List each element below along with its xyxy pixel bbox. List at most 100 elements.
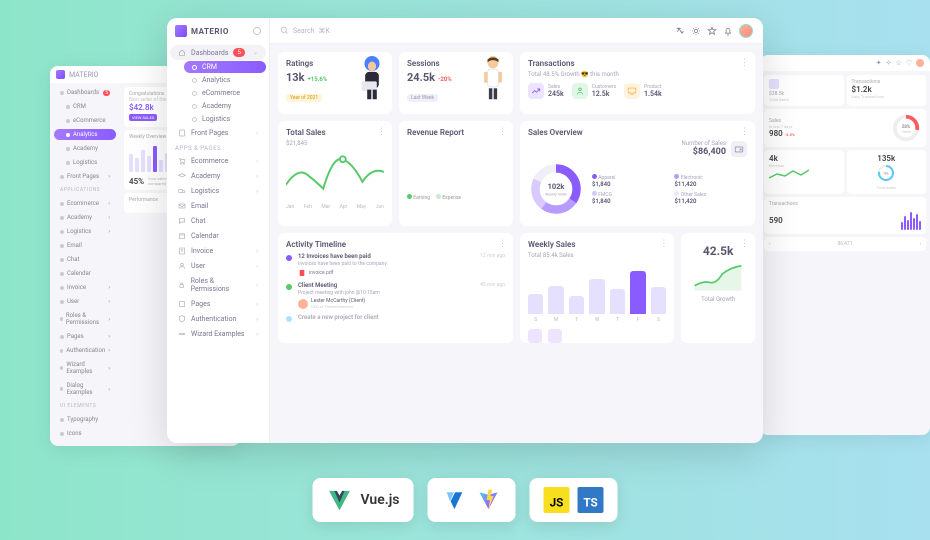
tech-js-ts: JS TS	[530, 478, 618, 522]
sidebar-section: APPS & PAGES	[167, 141, 269, 153]
chevron-right-icon: ›	[256, 130, 258, 137]
more-icon[interactable]: ⋮	[498, 239, 507, 249]
sidebar-item-crm[interactable]: CRM	[184, 61, 266, 73]
more-icon[interactable]: ⋮	[740, 239, 749, 249]
sidebar-wizard[interactable]: Wizard Examples›	[170, 327, 266, 341]
bg-right-panel: ✦✧☆♡ $38.5kTotal Sales Transactions$1.2k…	[760, 55, 930, 435]
card-transactions: ⋮ Transactions Total 48.5% Growth 😎 this…	[520, 52, 755, 114]
bg-dashboards: Dashboards5	[54, 87, 116, 98]
main-dashboard: MATERIO Dashboards 5 ⌄ CRM Analytics eCo…	[167, 18, 763, 443]
ratings-illustration	[354, 54, 390, 102]
cart-icon	[178, 157, 186, 165]
js-icon: JS	[544, 487, 570, 513]
sidebar-academy-app[interactable]: Academy›	[170, 169, 266, 183]
svg-text:JS: JS	[550, 496, 564, 510]
trend-icon	[531, 86, 541, 96]
timeline-item: Create a new project for client	[286, 314, 505, 322]
sidebar-item-analytics[interactable]: Analytics	[184, 74, 266, 86]
sidebar-auth[interactable]: Authentication›	[170, 312, 266, 326]
card-sessions: Sessions 24.5k-20% Last Week	[399, 52, 513, 114]
pin-icon[interactable]	[253, 27, 261, 35]
shield-icon	[178, 315, 186, 323]
search-input[interactable]: Search ⌘K	[280, 26, 330, 35]
txn-sales: Sales245k	[528, 83, 564, 99]
wizard-icon	[178, 330, 186, 338]
sidebar-roles[interactable]: Roles & Permissions›	[170, 274, 266, 296]
timeline-item: 12 Invoices have been paid12 min ago Inv…	[286, 253, 505, 277]
sidebar-pages[interactable]: Pages›	[170, 297, 266, 311]
sidebar-logistics-app[interactable]: Logistics›	[170, 184, 266, 198]
tech-badges: Vue.js JS TS	[313, 478, 618, 522]
theme-icon[interactable]	[691, 26, 701, 36]
brand-name: MATERIO	[191, 27, 229, 36]
sidebar-email[interactable]: Email	[170, 199, 266, 213]
sidebar: MATERIO Dashboards 5 ⌄ CRM Analytics eCo…	[167, 18, 270, 443]
svg-text:102k: 102k	[548, 182, 566, 191]
sidebar-ecommerce[interactable]: Ecommerce›	[170, 154, 266, 168]
growth-chart	[693, 262, 743, 292]
language-icon[interactable]	[675, 26, 685, 36]
txn-customers: Customers12.5k	[572, 83, 616, 99]
sidebar-item-ecommerce[interactable]: eCommerce	[184, 87, 266, 99]
txn-product: Product1.54k	[624, 83, 662, 99]
chat-icon	[178, 217, 186, 225]
svg-text:1 Quarter: 1 Quarter	[901, 131, 911, 134]
users-icon	[575, 86, 585, 96]
sessions-chip: Last Week	[407, 94, 438, 102]
total-sales-chart	[286, 147, 384, 197]
svg-text:28%: 28%	[902, 124, 911, 130]
vuetify-icon	[442, 487, 468, 513]
search-icon	[280, 26, 289, 35]
pdf-icon	[298, 269, 306, 277]
tech-vuejs: Vue.js	[313, 478, 414, 522]
topbar: Search ⌘K	[270, 18, 763, 44]
more-icon[interactable]: ⋮	[498, 127, 507, 137]
sidebar-invoice[interactable]: Invoice›	[170, 244, 266, 258]
sidebar-calendar[interactable]: Calendar	[170, 229, 266, 243]
weekly-chart	[528, 269, 666, 314]
bell-icon[interactable]	[723, 26, 733, 36]
sidebar-front-pages[interactable]: Front Pages›	[170, 126, 266, 140]
file-icon	[178, 129, 186, 137]
pages-icon	[178, 300, 186, 308]
tech-vuetify-vite	[428, 478, 516, 522]
svg-text:78%: 78%	[883, 172, 889, 176]
card-revenue-report: ⋮ Revenue Report Earning Expense	[399, 121, 513, 226]
svg-text:Weekly Visits: Weekly Visits	[545, 193, 567, 197]
star-icon[interactable]	[707, 26, 717, 36]
sidebar-item-academy[interactable]: Academy	[184, 100, 266, 112]
truck-icon	[178, 187, 186, 195]
more-icon[interactable]: ⋮	[740, 58, 749, 68]
brand-logo[interactable]: MATERIO	[167, 18, 269, 44]
sidebar-dashboards[interactable]: Dashboards 5 ⌄	[170, 45, 266, 60]
more-icon[interactable]: ⋮	[659, 239, 668, 249]
monitor-icon	[627, 86, 637, 96]
card-total-growth: ⋮ 42.5k Total Growth	[681, 233, 755, 343]
card-total-sales: ⋮ Total Sales $21,845 JanFebMarAprMayJun	[278, 121, 392, 226]
more-icon[interactable]: ⋮	[740, 127, 749, 137]
academic-icon	[178, 172, 186, 180]
sessions-illustration	[475, 54, 511, 102]
svg-text:TS: TS	[583, 496, 597, 510]
card-activity-timeline: ⋮ Activity Timeline 12 Invoices have bee…	[278, 233, 513, 343]
revenue-chart	[407, 145, 505, 190]
logo-mark-icon	[175, 25, 187, 37]
card-sales-overview: ⋮ Sales Overview Number of Sales$86,400 …	[520, 121, 755, 226]
lock-icon	[178, 281, 186, 289]
sidebar-user[interactable]: User›	[170, 259, 266, 273]
user-avatar[interactable]	[739, 24, 753, 38]
card-weekly-sales: ⋮ Weekly Sales Total 85.4k Sales SMTWTFS	[520, 233, 674, 343]
home-icon	[178, 49, 186, 57]
chevron-down-icon: ⌄	[253, 49, 258, 56]
ts-icon: TS	[578, 487, 604, 513]
mail-icon	[178, 202, 186, 210]
calendar-icon	[178, 232, 186, 240]
sidebar-chat[interactable]: Chat	[170, 214, 266, 228]
sales-donut-chart: 102k Weekly Visits	[528, 161, 584, 217]
transactions-title: Transactions	[528, 59, 747, 68]
ratings-chip: Year of 2021	[286, 94, 322, 102]
more-icon[interactable]: ⋮	[377, 127, 386, 137]
vue-icon	[327, 487, 353, 513]
sidebar-item-logistics[interactable]: Logistics	[184, 113, 266, 125]
vite-icon	[476, 487, 502, 513]
